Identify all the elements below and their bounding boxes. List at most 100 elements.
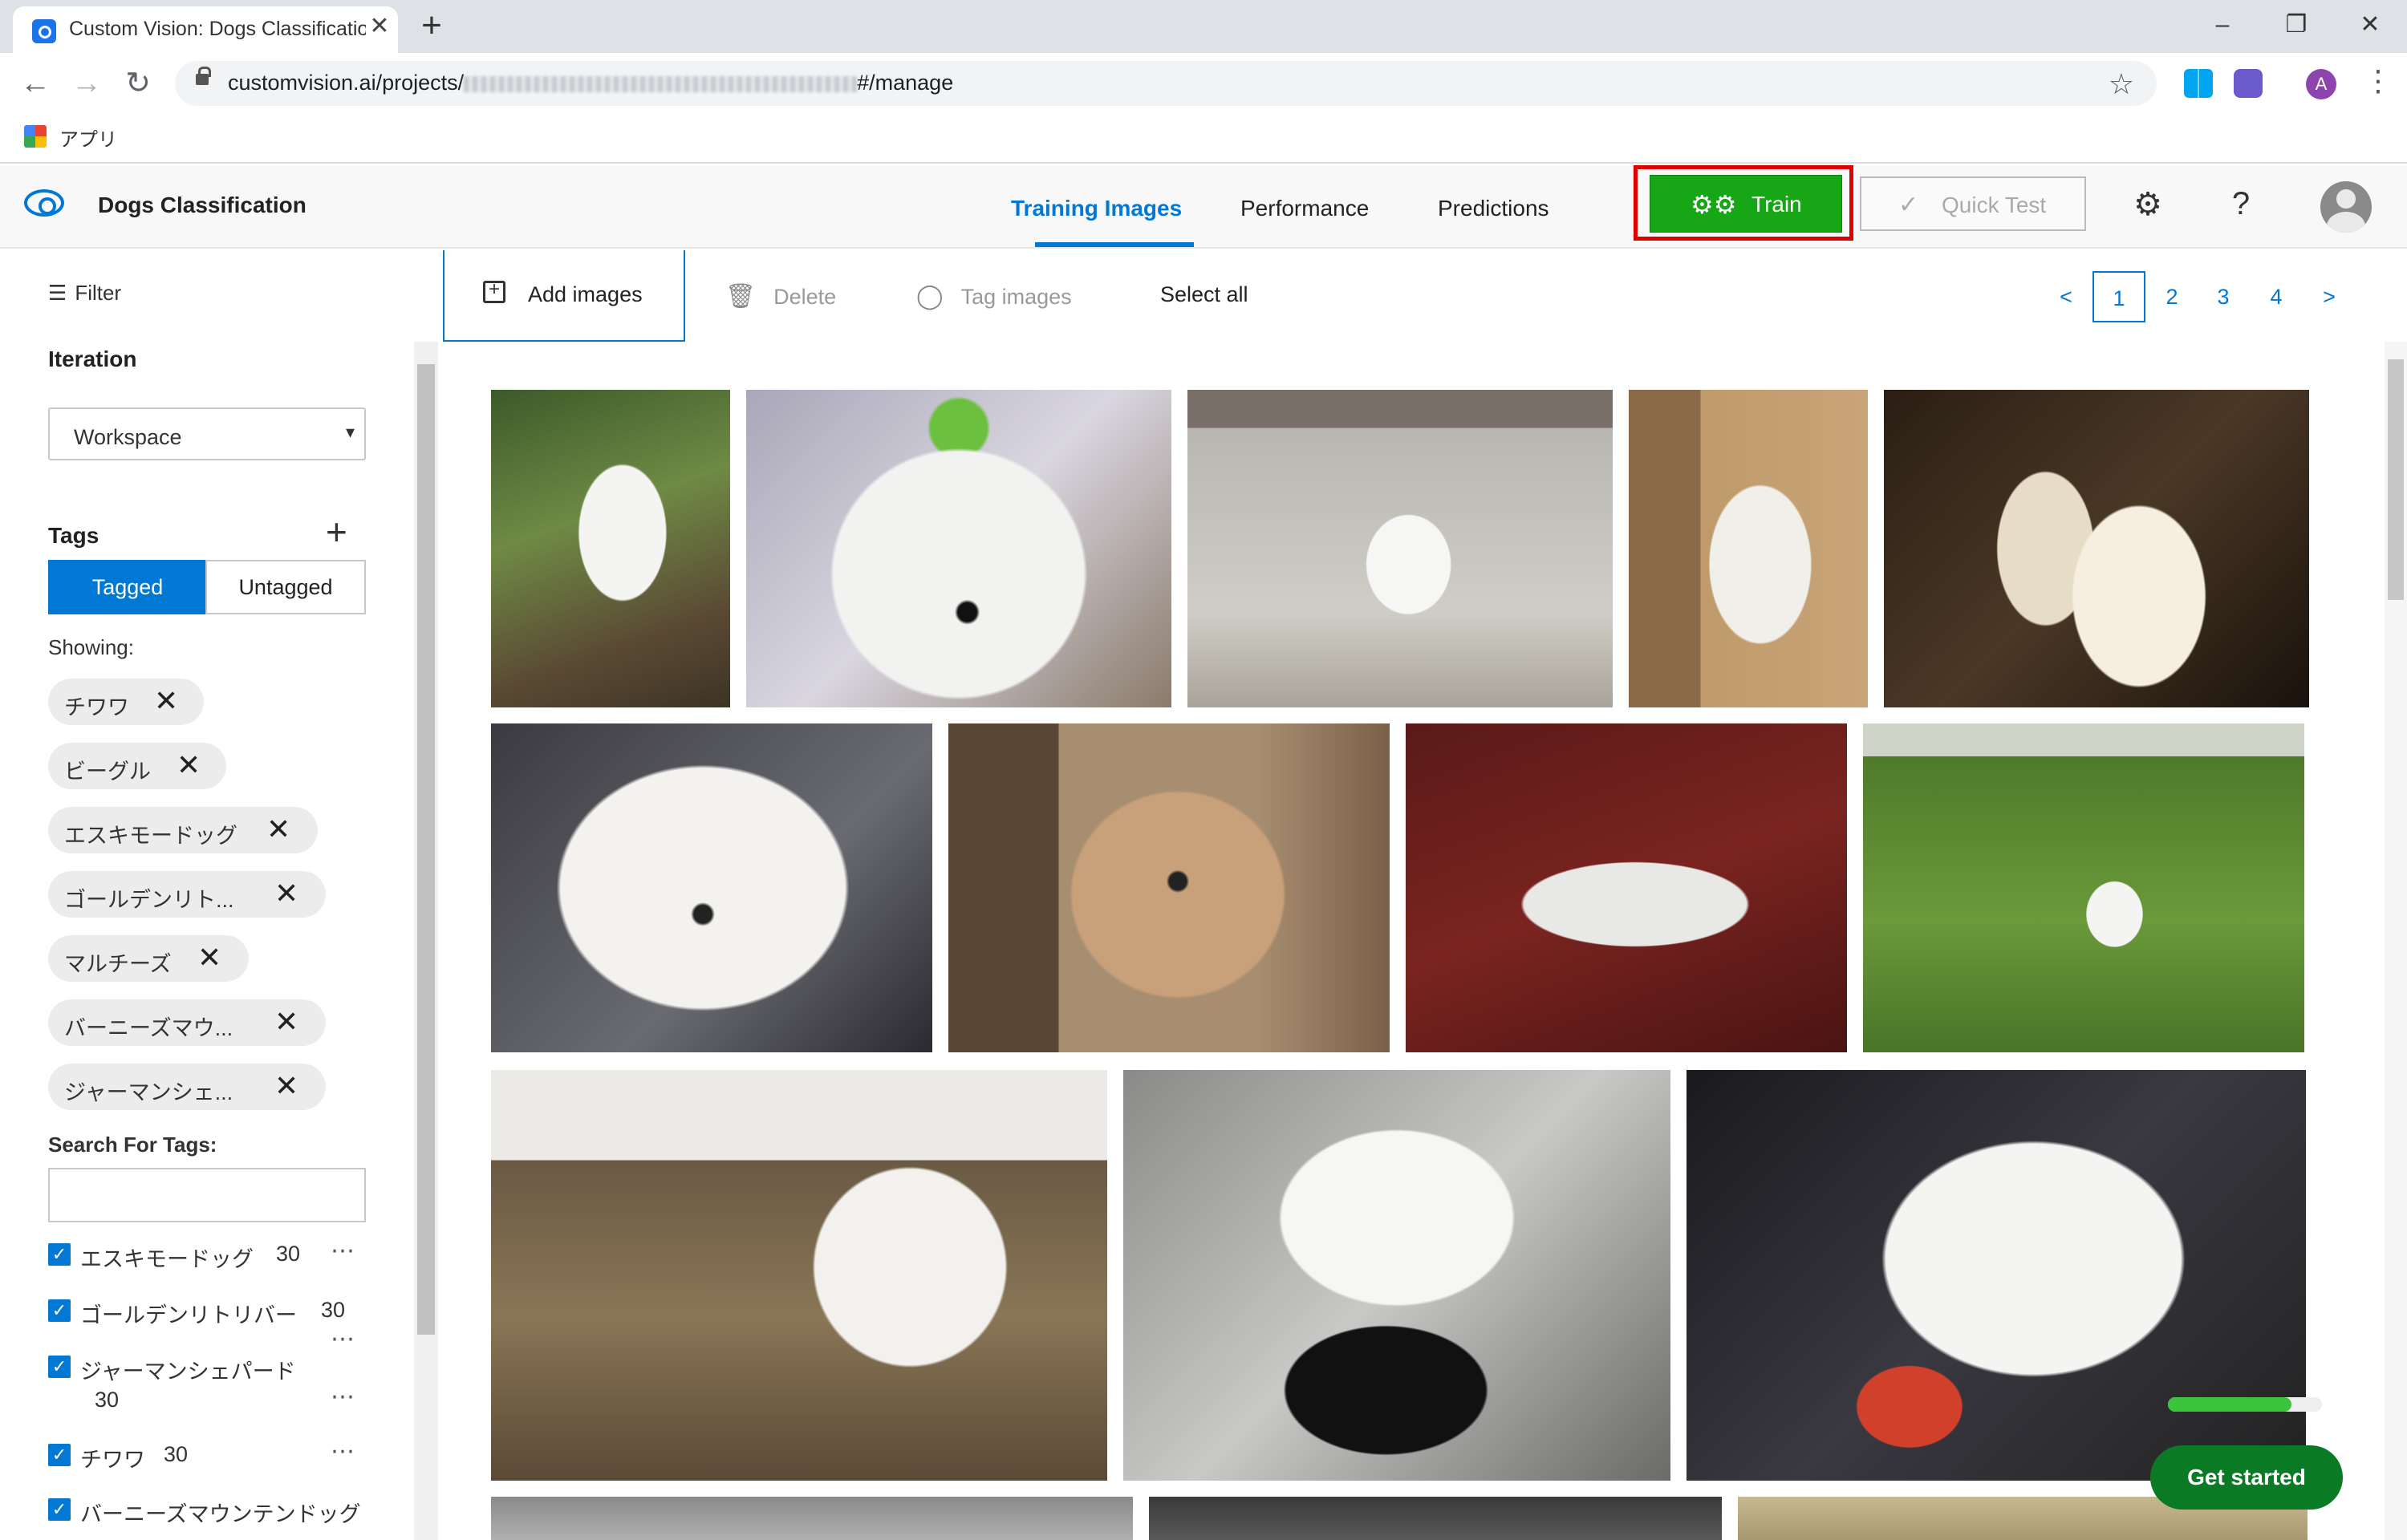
pagination-next[interactable]: > (2303, 271, 2356, 322)
remove-chip-icon[interactable]: ✕ (266, 813, 290, 845)
checkbox-checked-icon[interactable]: ✓ (48, 1356, 71, 1378)
tag-list-item[interactable]: ✓ ジャーマンシェパード 30 ⋯ (48, 1354, 369, 1418)
tag-chip: ゴールデンリト... ✕ (48, 871, 326, 918)
dog-image-thumbnail[interactable] (491, 390, 730, 707)
tab-predictions[interactable]: Predictions (1438, 196, 1549, 221)
apps-bookmark[interactable]: アプリ (59, 124, 117, 152)
tag-chip: チワワ ✕ (48, 679, 204, 725)
settings-gear-icon[interactable]: ⚙ (2128, 186, 2168, 223)
delete-button[interactable]: 🗑 Delete (725, 282, 836, 310)
search-tags-input[interactable] (48, 1168, 366, 1222)
pagination-page-1[interactable]: 1 (2092, 271, 2145, 322)
dog-image-thumbnail[interactable] (491, 1070, 1107, 1481)
tag-list-item[interactable]: ✓ チワワ 30 ⋯ (48, 1438, 369, 1474)
tag-name: エスキモードッグ (80, 1247, 254, 1271)
pagination-page-4[interactable]: 4 (2250, 271, 2303, 322)
minimize-button[interactable]: – (2198, 5, 2247, 45)
more-options-icon[interactable]: ⋯ (331, 1383, 356, 1411)
remove-chip-icon[interactable]: ✕ (274, 1006, 298, 1038)
tagged-toggle[interactable]: Tagged (48, 560, 207, 614)
filter-button[interactable]: ☰ Filter (48, 281, 121, 306)
dog-image-thumbnail[interactable] (1629, 390, 1868, 707)
dog-image-thumbnail[interactable] (1149, 1497, 1722, 1540)
url-text: customvision.ai/projects/ #/manage (228, 71, 953, 95)
custom-vision-eye-logo-icon[interactable] (24, 189, 64, 217)
dog-image-thumbnail[interactable] (1687, 1070, 2306, 1481)
dog-image-thumbnail[interactable] (948, 723, 1390, 1052)
checkbox-checked-icon[interactable]: ✓ (48, 1444, 71, 1466)
user-avatar[interactable] (2320, 181, 2372, 233)
tag-count: 30 (95, 1388, 120, 1412)
remove-chip-icon[interactable]: ✕ (274, 877, 298, 910)
lock-icon (196, 67, 211, 85)
tag-list-item[interactable]: ✓ ゴールデンリトリバー 30 ⋯ (48, 1298, 369, 1352)
filter-label: Filter (75, 281, 122, 305)
dog-image-thumbnail[interactable] (491, 1497, 1133, 1540)
profile-avatar[interactable]: A (2306, 69, 2336, 99)
close-window-button[interactable]: ✕ (2346, 5, 2394, 45)
tag-chip-label: エスキモードッグ (64, 824, 237, 848)
r-extension-icon[interactable] (2234, 69, 2263, 98)
tag-list-item[interactable]: ✓ エスキモードッグ 30 ⋯ (48, 1238, 369, 1274)
tag-images-button[interactable]: ◯ Tag images (916, 282, 1072, 310)
new-tab-button[interactable]: + (416, 8, 448, 43)
tab-training-images[interactable]: Training Images (1011, 196, 1182, 221)
iteration-select[interactable]: Workspace ▾ (48, 407, 366, 460)
more-options-icon[interactable]: ⋯ (331, 1237, 356, 1265)
pagination-page-2[interactable]: 2 (2145, 271, 2198, 322)
search-tags-label: Search For Tags: (48, 1133, 217, 1157)
tag-list-item[interactable]: ✓ バーニーズマウンテンドッグ (48, 1497, 369, 1540)
remove-chip-icon[interactable]: ✕ (154, 685, 178, 717)
untagged-toggle[interactable]: Untagged (205, 560, 366, 614)
add-tag-plus-icon[interactable]: + (326, 513, 347, 550)
more-options-icon[interactable]: ⋯ (331, 1325, 356, 1353)
windows-extension-icon[interactable] (2184, 69, 2213, 98)
restore-button[interactable]: ❐ (2272, 5, 2320, 45)
forward-arrow-icon[interactable]: → (67, 64, 106, 103)
back-arrow-icon[interactable]: ← (16, 64, 55, 103)
help-icon[interactable]: ? (2221, 186, 2261, 222)
apps-grid-icon[interactable] (24, 125, 47, 148)
more-options-icon[interactable]: ⋯ (331, 1437, 356, 1465)
checkbox-checked-icon[interactable]: ✓ (48, 1299, 71, 1322)
gears-icon: ⚙⚙ (1691, 190, 1737, 219)
tab-performance[interactable]: Performance (1240, 196, 1369, 221)
get-started-button[interactable]: Get started (2150, 1445, 2343, 1510)
bookmark-star-icon[interactable]: ☆ (2109, 67, 2134, 101)
tag-name: ゴールデンリトリバー (80, 1303, 297, 1327)
sidebar-scrollbar-thumb[interactable] (417, 364, 435, 1335)
train-button[interactable]: ⚙⚙ Train (1650, 175, 1842, 233)
remove-chip-icon[interactable]: ✕ (177, 749, 201, 781)
reload-icon[interactable]: ↻ (119, 64, 157, 103)
select-all-button[interactable]: Select all (1160, 282, 1248, 307)
dog-image-thumbnail[interactable] (1123, 1070, 1670, 1481)
remove-chip-icon[interactable]: ✕ (197, 942, 221, 974)
pagination-page-3[interactable]: 3 (2197, 271, 2250, 322)
image-grid-scrollbar-thumb[interactable] (2388, 359, 2404, 600)
checkbox-checked-icon[interactable]: ✓ (48, 1243, 71, 1266)
browser-menu-icon[interactable]: ⋮ (2364, 64, 2393, 98)
iteration-title: Iteration (48, 346, 137, 371)
project-name: Dogs Classification (98, 192, 306, 217)
tag-chip-label: ビーグル (64, 760, 151, 784)
dog-image-thumbnail[interactable] (1406, 723, 1847, 1052)
tag-chip: ビーグル ✕ (48, 743, 226, 789)
dog-image-thumbnail[interactable] (491, 723, 932, 1052)
dog-image-thumbnail[interactable] (1187, 390, 1613, 707)
dog-image-thumbnail[interactable] (1863, 723, 2304, 1052)
tag-chip: マルチーズ ✕ (48, 935, 249, 982)
remove-chip-icon[interactable]: ✕ (274, 1070, 298, 1102)
address-bar[interactable]: customvision.ai/projects/ #/manage ☆ (175, 61, 2157, 106)
tag-count: 30 (276, 1242, 301, 1266)
trash-icon: 🗑 (725, 283, 757, 310)
train-label: Train (1751, 192, 1802, 217)
add-images-button[interactable]: Add images (443, 250, 685, 342)
pagination-prev[interactable]: < (2040, 271, 2092, 322)
dog-image-thumbnail[interactable] (746, 390, 1171, 707)
browser-tab[interactable]: Custom Vision: Dogs Classification ✕ (13, 6, 398, 53)
checkbox-checked-icon[interactable]: ✓ (48, 1498, 71, 1521)
tab-close-icon[interactable]: ✕ (367, 14, 392, 38)
dog-image-thumbnail[interactable] (1884, 390, 2309, 707)
quick-test-button[interactable]: ✓ Quick Test (1860, 176, 2086, 231)
bookmarks-bar: アプリ (0, 114, 2407, 164)
